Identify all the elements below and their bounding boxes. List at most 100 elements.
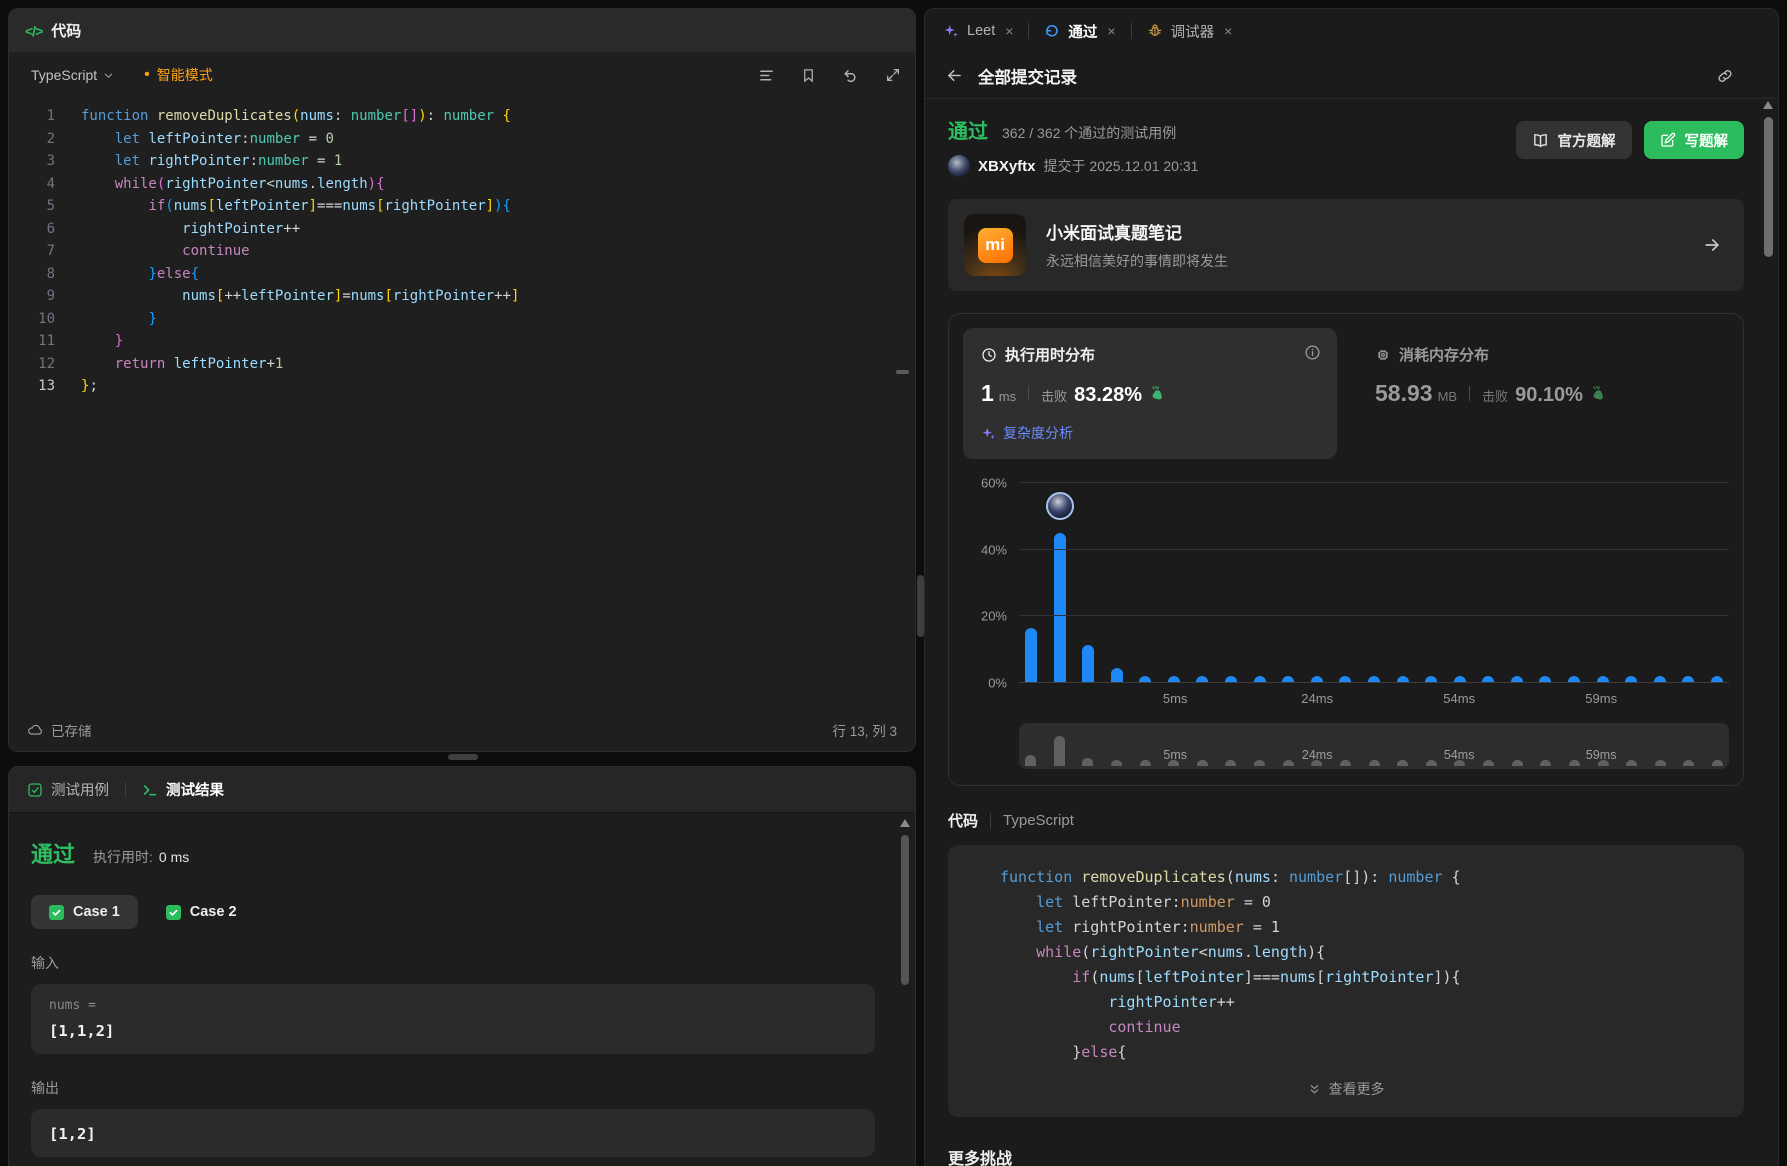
username[interactable]: XBXyftx [978,158,1036,175]
chart-bar[interactable] [1054,533,1066,683]
case-tab[interactable]: Case 1 [31,895,138,929]
code-line: 9 nums[++leftPointer]=nums[rightPointer+… [9,285,915,308]
official-solution-button[interactable]: 官方题解 [1516,121,1632,159]
input-box[interactable]: nums = [1,1,2] [31,984,875,1054]
minimap-bar[interactable] [1111,760,1122,766]
code-editor-content[interactable]: 1function removeDuplicates(nums: number[… [9,97,915,398]
reset-code-icon[interactable] [842,67,859,84]
chart-bar[interactable] [1082,645,1094,683]
minimap-bar[interactable] [1712,760,1723,766]
horizontal-resize-handle[interactable] [448,754,478,760]
editor-panel-title: 代码 [51,20,81,41]
beats-label: 击败 [1041,386,1067,405]
link-icon[interactable] [1716,67,1734,85]
terminal-icon [142,782,158,798]
minimap-bar[interactable] [1483,760,1494,766]
minimap-bar[interactable] [1397,760,1408,766]
code-line: let rightPointer:number = 1 [974,915,1718,940]
tab-leet[interactable]: Leet × [943,23,1013,39]
minimap-bar[interactable] [1569,760,1580,766]
submitted-code-header: 代码 TypeScript [948,810,1744,831]
minimap-bar[interactable] [1082,758,1093,766]
divider [125,782,126,798]
minimap-bar[interactable] [1426,760,1437,766]
view-more-button[interactable]: 查看更多 [974,1065,1718,1109]
minimap-bar[interactable] [1540,760,1551,766]
xiaomi-logo: mi [978,228,1013,263]
code-line: 4 while(rightPointer<nums.length){ [9,173,915,196]
submission-panel-scrollbar[interactable] [1762,101,1774,257]
smart-mode-toggle[interactable]: • 智能模式 [144,65,213,85]
expand-fullscreen-icon[interactable] [885,67,901,83]
chart-bar[interactable] [1111,668,1123,683]
y-tick-label: 0% [988,676,1007,691]
chart-bar[interactable] [1025,628,1037,683]
arrow-right-icon[interactable] [1702,235,1722,255]
complexity-analysis-link[interactable]: 复杂度分析 [981,423,1319,443]
code-line: rightPointer++ [974,990,1718,1015]
code-line: continue [974,1015,1718,1040]
minimap-bar[interactable] [1683,760,1694,766]
tab-accepted[interactable]: 通过 × [1044,21,1115,42]
submitted-code: function removeDuplicates(nums: number[]… [974,865,1718,1065]
scroll-up-arrow-icon[interactable] [900,819,910,827]
minimap-bars [1025,723,1723,766]
test-panel-scrollbar[interactable] [900,819,910,985]
minimap-bar[interactable] [1283,760,1294,766]
language-selector[interactable]: TypeScript [23,61,122,89]
tab-testcases[interactable]: 测试用例 [27,779,109,800]
scrollbar-thumb[interactable] [1764,117,1773,257]
minimap-label: 54ms [1444,748,1475,762]
minimap-bar[interactable] [1655,760,1666,766]
case-tab[interactable]: Case 2 [148,895,255,929]
minimap-bar[interactable] [1512,760,1523,766]
minimap-bar[interactable] [1197,760,1208,766]
y-tick-label: 20% [981,609,1007,624]
write-solution-button[interactable]: 写题解 [1644,121,1745,159]
code-line: 6 rightPointer++ [9,218,915,241]
code-line: function removeDuplicates(nums: number[]… [974,865,1718,890]
tab-test-result[interactable]: 测试结果 [142,779,224,800]
close-icon[interactable]: × [1224,23,1232,39]
minimap-bar[interactable] [1369,760,1380,766]
output-box[interactable]: [1,2] [31,1109,875,1157]
back-arrow-icon[interactable] [945,66,964,85]
minimap-bar[interactable] [1626,760,1637,766]
minimap-bar[interactable] [1340,760,1351,766]
code-line: 10 } [9,308,915,331]
scroll-up-arrow-icon[interactable] [1763,101,1773,109]
test-runtime-value: 0 ms [159,849,189,865]
bookmark-icon[interactable] [801,67,816,84]
minimap-bar[interactable] [1054,736,1065,766]
output-value: [1,2] [49,1125,857,1143]
format-lines-icon[interactable] [758,67,775,84]
minimap-bar[interactable] [1025,755,1036,766]
minimap-bar[interactable] [1140,760,1151,766]
tab-debugger[interactable]: 调试器 × [1147,21,1233,42]
code-line: 1function removeDuplicates(nums: number[… [9,105,915,128]
bug-icon [1147,23,1163,39]
runtime-distribution-chart: 0%20%40%60% [963,483,1729,683]
code-line: 8 }else{ [9,263,915,286]
info-icon[interactable] [1304,344,1321,361]
minimap-bar[interactable] [1225,760,1236,766]
code-line: 3 let rightPointer:number = 1 [9,150,915,173]
minimap-bar[interactable] [1254,760,1265,766]
scrollbar-thumb[interactable] [901,835,909,985]
memory-stat[interactable]: 消耗内存分布 58.93 MB 击败 90.10% [1337,328,1625,459]
divider [990,813,991,829]
runtime-stat-card[interactable]: 执行用时分布 1 ms 击败 83.28% [963,328,1337,459]
vertical-resize-handle[interactable] [917,575,924,637]
x-tick-label: 5ms [1163,691,1188,706]
close-icon[interactable]: × [1107,23,1115,39]
line-number: 13 [9,375,55,398]
user-avatar-marker[interactable] [1046,492,1074,520]
line-number: 6 [9,218,55,241]
editor-scroll-mark[interactable] [896,370,909,374]
xiaomi-ad-banner[interactable]: mi 小米面试真题笔记 永远相信美好的事情即将发生 [948,199,1744,291]
close-icon[interactable]: × [1005,23,1013,39]
chart-minimap-brush[interactable]: 5ms24ms54ms59ms [1019,723,1729,769]
save-status-label: 已存储 [51,720,92,740]
avatar[interactable] [948,155,970,177]
minimap-label: 24ms [1302,748,1333,762]
